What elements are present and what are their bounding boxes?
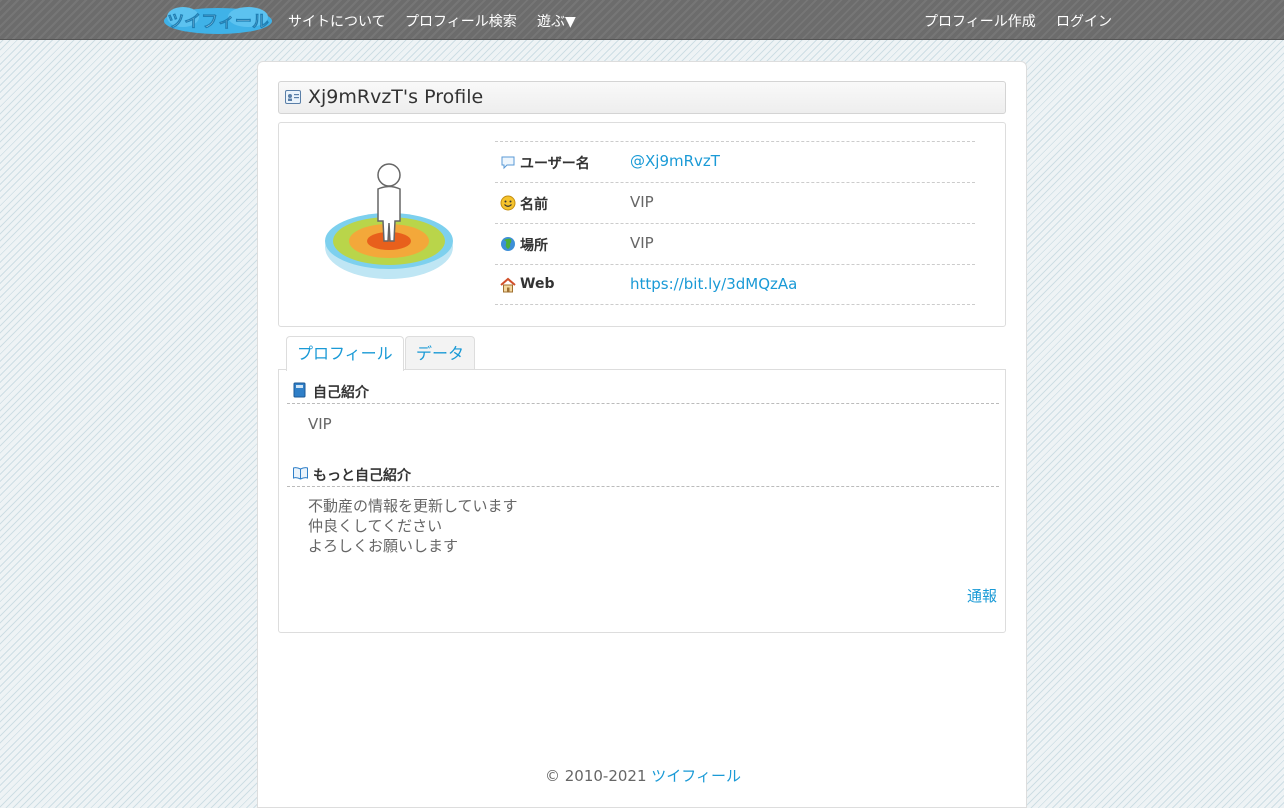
web-label: Web <box>520 276 555 292</box>
report-link[interactable]: 通報 <box>967 585 997 606</box>
page-title: Xj9mRvzT's Profile <box>308 86 484 108</box>
intro-section-title: 自己紹介 <box>313 385 369 401</box>
nav-play-menu[interactable]: 遊ぶ▼ <box>537 11 576 31</box>
more-intro-section-title: もっと自己紹介 <box>313 468 411 484</box>
name-label: 名前 <box>520 197 548 213</box>
notebook-icon <box>293 382 306 398</box>
open-book-icon <box>293 467 308 480</box>
more-intro-section-header: もっと自己紹介 <box>287 459 999 487</box>
footer: © 2010-2021 ツイフィール <box>258 765 1028 786</box>
tab-data[interactable]: データ <box>405 336 476 370</box>
top-navbar: ツイフィール サイトについて プロフィール検索 遊ぶ▼ プロフィール作成 ログイ… <box>0 0 1284 40</box>
info-row-name: 名前 VIP <box>495 182 975 223</box>
more-intro-line: よろしくお願いします <box>308 537 459 555</box>
tab-panel-profile: 自己紹介 VIP もっと自己紹介 不動産の情報を更新しています 仲良くしてくださ… <box>278 369 1006 633</box>
profile-card: ユーザー名 @Xj9mRvzT 名前 VIP 場所 VIP Web https:… <box>278 122 1006 327</box>
intro-section-header: 自己紹介 <box>287 376 999 404</box>
username-link[interactable]: @Xj9mRvzT <box>630 152 720 170</box>
nav-profile-search-link[interactable]: プロフィール検索 <box>405 11 517 31</box>
site-logo[interactable]: ツイフィール <box>163 5 273 35</box>
web-link[interactable]: https://bit.ly/3dMQzAa <box>630 275 797 293</box>
tab-profile[interactable]: プロフィール <box>286 336 404 371</box>
info-row-username: ユーザー名 @Xj9mRvzT <box>495 141 975 182</box>
more-intro-section-body: 不動産の情報を更新しています 仲良くしてください よろしくお願いします <box>308 496 518 556</box>
profile-title-bar: Xj9mRvzT's Profile <box>278 81 1006 114</box>
footer-copyright: © 2010-2021 <box>544 767 647 785</box>
nav-create-profile-link[interactable]: プロフィール作成 <box>924 11 1036 31</box>
intro-section-body: VIP <box>308 415 332 433</box>
smiley-icon <box>500 195 516 211</box>
more-intro-line: 不動産の情報を更新しています <box>308 497 518 515</box>
footer-site-link[interactable]: ツイフィール <box>651 767 741 785</box>
info-row-web: Web https://bit.ly/3dMQzAa <box>495 264 975 305</box>
default-avatar-icon <box>325 163 453 279</box>
username-label: ユーザー名 <box>520 156 590 172</box>
profile-info-table: ユーザー名 @Xj9mRvzT 名前 VIP 場所 VIP Web https:… <box>495 141 975 305</box>
house-icon <box>500 277 516 293</box>
info-row-location: 場所 VIP <box>495 223 975 264</box>
more-intro-line: 仲良くしてください <box>308 517 443 535</box>
main-container: Xj9mRvzT's Profile ユーザー名 @Xj9mRvzT 名前 VI… <box>257 61 1027 808</box>
nav-login-link[interactable]: ログイン <box>1056 11 1112 31</box>
location-value: VIP <box>630 234 654 252</box>
globe-icon <box>501 237 515 251</box>
location-label: 場所 <box>520 238 548 254</box>
svg-text:ツイフィール: ツイフィール <box>167 12 269 32</box>
name-value: VIP <box>630 193 654 211</box>
speech-bubble-icon <box>501 156 515 170</box>
nav-about-link[interactable]: サイトについて <box>288 11 386 31</box>
id-card-icon <box>285 90 301 104</box>
